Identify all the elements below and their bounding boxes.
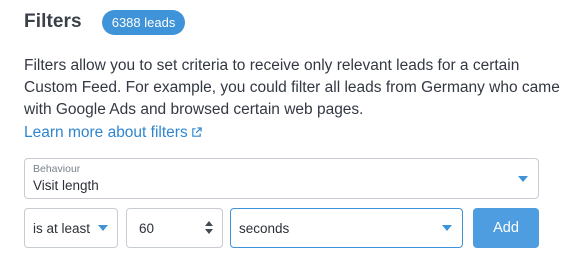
learn-more-label: Learn more about filters: [24, 124, 188, 141]
chevron-down-icon: [442, 225, 452, 231]
filters-title: Filters: [24, 11, 82, 32]
leads-count-badge: 6388 leads: [101, 9, 186, 35]
behaviour-select[interactable]: Behaviour Visit length: [24, 158, 539, 199]
stepper-down-icon[interactable]: [205, 229, 213, 234]
value-number-input[interactable]: 60: [126, 208, 223, 248]
chevron-down-icon: [98, 225, 108, 231]
filters-header: Filters 6388 leads: [24, 8, 186, 36]
operator-select[interactable]: is at least: [24, 208, 118, 248]
value-number-text: 60: [139, 220, 155, 236]
unit-select-value: seconds: [239, 220, 290, 236]
learn-more-link[interactable]: Learn more about filters: [24, 122, 202, 144]
chevron-down-icon: [518, 176, 528, 182]
operator-select-value: is at least: [33, 220, 91, 236]
behaviour-select-label: Behaviour: [33, 163, 81, 175]
number-stepper-icon[interactable]: [204, 220, 214, 236]
stepper-up-icon[interactable]: [205, 221, 213, 226]
filters-description: Filters allow you to set criteria to rec…: [24, 57, 560, 118]
add-button[interactable]: Add: [473, 208, 539, 248]
external-link-icon: [191, 126, 202, 137]
unit-select[interactable]: seconds: [230, 208, 463, 248]
behaviour-select-value: Visit length: [33, 178, 99, 193]
